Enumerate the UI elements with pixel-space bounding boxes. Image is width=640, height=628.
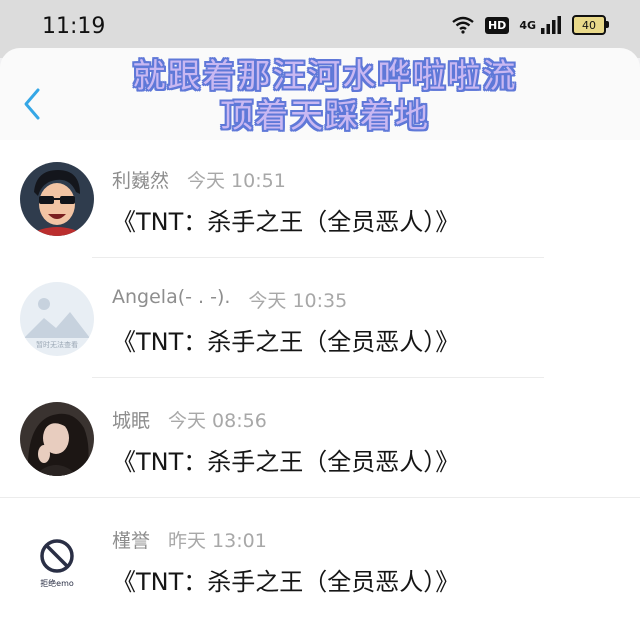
divider bbox=[92, 377, 544, 378]
comment-time: 今天 10:35 bbox=[248, 290, 348, 312]
avatar[interactable] bbox=[20, 402, 94, 476]
comment-meta: 城眠 今天 08:56 bbox=[112, 406, 267, 433]
avatar-caption: 拒绝emo bbox=[40, 578, 74, 588]
user-name[interactable]: 槿誉 bbox=[112, 526, 150, 553]
comment-text: 《TNT：杀手之王（全员恶人）》 bbox=[112, 448, 460, 476]
comment-item[interactable]: 拒绝emo 槿誉 昨天 13:01 《TNT：杀手之王（全员恶人）》 bbox=[0, 500, 640, 618]
avatar[interactable] bbox=[20, 162, 94, 236]
user-name[interactable]: 利巍然 bbox=[112, 166, 169, 193]
comment-time: 今天 08:56 bbox=[168, 410, 267, 432]
avatar-caption: 暂时无法查看 bbox=[36, 340, 78, 349]
comment-time: 今天 10:51 bbox=[187, 170, 286, 192]
comment-meta: Angela(- . -). 今天 10:35 bbox=[112, 286, 347, 313]
comment-text: 《TNT：杀手之王（全员恶人）》 bbox=[112, 328, 460, 356]
song-lyric-banner: 就跟着那汪河水哗啦啦流 顶着天踩着地 bbox=[90, 56, 560, 136]
header: 就跟着那汪河水哗啦啦流 顶着天踩着地 bbox=[0, 48, 640, 140]
comment-list: 利巍然 今天 10:51 《TNT：杀手之王（全员恶人）》 暂时无法查看 Ang… bbox=[0, 140, 640, 628]
signal-icon bbox=[541, 16, 561, 34]
comment-time: 昨天 13:01 bbox=[168, 530, 267, 552]
banner-line-2: 顶着天踩着地 bbox=[220, 96, 430, 135]
wifi-icon bbox=[452, 16, 474, 34]
comment-item[interactable]: 暂时无法查看 Angela(- . -). 今天 10:35 《TNT：杀手之王… bbox=[0, 260, 640, 378]
photo-avatar-image bbox=[20, 402, 94, 476]
banner-line-1: 就跟着那汪河水哗啦啦流 bbox=[132, 56, 518, 95]
back-button[interactable] bbox=[18, 84, 48, 124]
status-icons: HD 4G 40 bbox=[451, 15, 609, 35]
user-name[interactable]: Angela(- . -). bbox=[112, 286, 230, 313]
comment-meta: 利巍然 今天 10:51 bbox=[112, 166, 286, 193]
divider bbox=[0, 497, 640, 498]
cartoon-avatar-image bbox=[20, 162, 94, 236]
divider bbox=[92, 257, 544, 258]
hd-badge: HD bbox=[484, 16, 510, 34]
battery-icon: 40 bbox=[572, 15, 609, 35]
comment-text: 《TNT：杀手之王（全员恶人）》 bbox=[112, 208, 460, 236]
avatar[interactable]: 拒绝emo bbox=[20, 522, 94, 596]
user-name[interactable]: 城眠 bbox=[112, 406, 150, 433]
comment-text: 《TNT：杀手之王（全员恶人）》 bbox=[112, 568, 460, 596]
placeholder-avatar-image: 暂时无法查看 bbox=[20, 282, 94, 356]
comment-item[interactable]: 城眠 今天 08:56 《TNT：杀手之王（全员恶人）》 bbox=[0, 380, 640, 498]
status-time: 11:19 bbox=[42, 14, 106, 39]
network-label: 4G bbox=[519, 18, 536, 32]
avatar[interactable]: 暂时无法查看 bbox=[20, 282, 94, 356]
comment-item[interactable]: 利巍然 今天 10:51 《TNT：杀手之王（全员恶人）》 bbox=[0, 140, 640, 258]
comment-meta: 槿誉 昨天 13:01 bbox=[112, 526, 267, 553]
no-sign-avatar-image: 拒绝emo bbox=[20, 522, 94, 596]
chevron-left-icon bbox=[24, 88, 40, 120]
battery-level: 40 bbox=[582, 18, 596, 32]
